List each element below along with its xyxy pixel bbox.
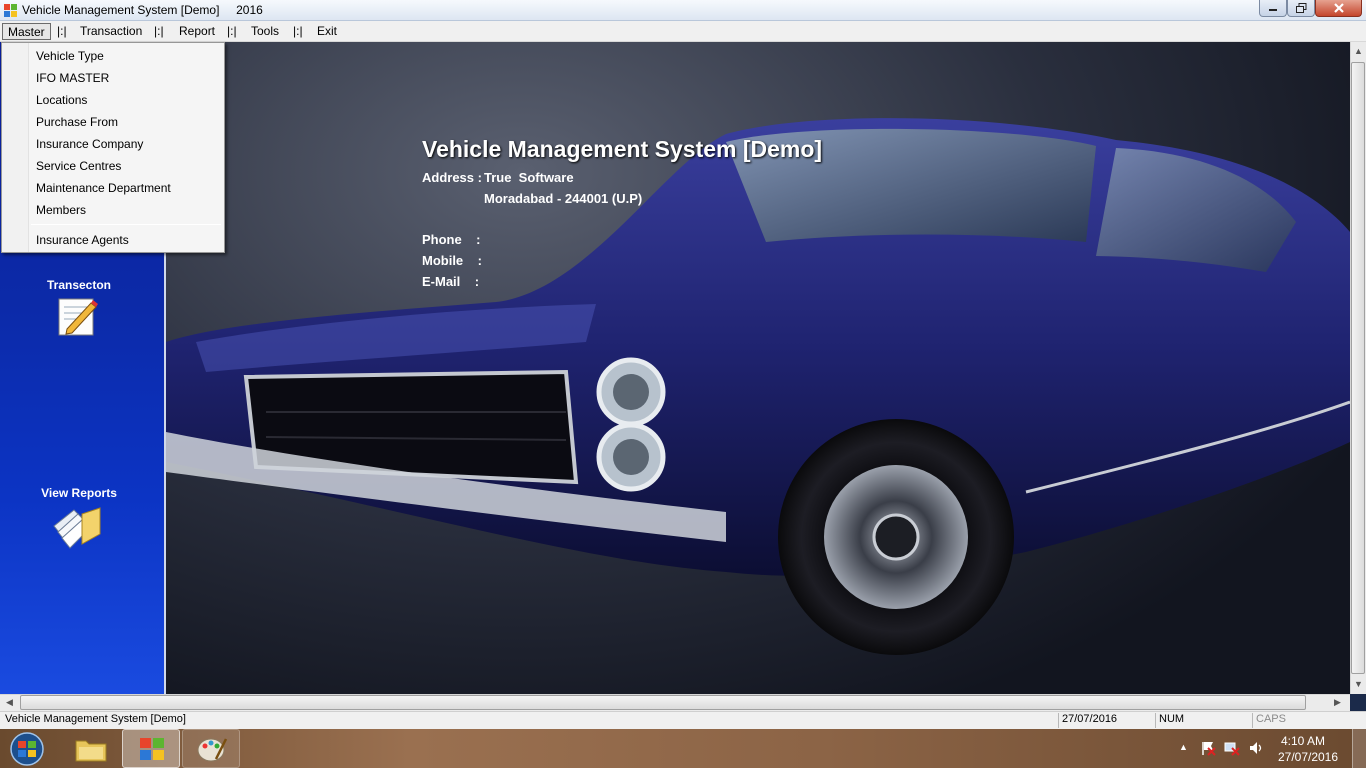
edit-document-icon[interactable] <box>57 295 99 337</box>
menu-item-members[interactable]: Members <box>36 203 86 217</box>
menu-exit[interactable]: Exit <box>312 23 342 40</box>
menu-item-maintenance-department[interactable]: Maintenance Department <box>36 181 171 195</box>
menu-separator: |:| <box>154 24 164 38</box>
clock-date[interactable]: 27/07/2016 <box>1268 750 1348 764</box>
window-title: Vehicle Management System [Demo] 2016 <box>22 3 263 17</box>
maximize-icon <box>1295 3 1306 13</box>
status-date: 27/07/2016 <box>1058 713 1154 728</box>
close-icon <box>1333 3 1344 13</box>
scroll-left-arrow-icon[interactable]: ◀ <box>6 697 13 708</box>
address-line2: Moradabad - 244001 (U.P) <box>484 191 643 206</box>
menu-tools[interactable]: Tools <box>246 23 284 40</box>
scroll-up-arrow-icon[interactable]: ▲ <box>1354 46 1363 56</box>
explorer-icon <box>75 740 107 762</box>
menu-separator: |:| <box>227 24 237 38</box>
mobile-label: Mobile : <box>422 253 482 268</box>
menu-item-ifo-master[interactable]: IFO MASTER <box>36 71 109 85</box>
status-message: Vehicle Management System [Demo] <box>5 713 186 725</box>
minimize-button[interactable] <box>1259 0 1287 17</box>
phone-label: Phone : <box>422 232 481 247</box>
menu-item-insurance-agents[interactable]: Insurance Agents <box>36 233 129 247</box>
master-dropdown-menu: Vehicle Type IFO MASTER Locations Purcha… <box>1 42 225 253</box>
taskbar-explorer[interactable] <box>62 729 120 768</box>
menu-gutter <box>2 43 29 252</box>
show-hidden-icons-icon[interactable]: ▲ <box>1179 742 1188 752</box>
address-label: Address : <box>422 170 486 185</box>
transaction-label[interactable]: Transecton <box>0 278 158 292</box>
app-title: Vehicle Management System [Demo] <box>422 136 823 162</box>
view-reports-label[interactable]: View Reports <box>0 486 158 500</box>
menu-separator: |:| <box>57 24 67 38</box>
menu-separator-line <box>31 224 221 225</box>
taskbar-paint[interactable] <box>182 729 240 768</box>
flag-icon[interactable] <box>1200 740 1216 756</box>
reports-folder-icon[interactable] <box>52 504 102 550</box>
taskbar-vehicle-app[interactable] <box>122 729 180 768</box>
menu-master[interactable]: Master <box>2 23 51 40</box>
clock-time[interactable]: 4:10 AM <box>1268 734 1338 748</box>
close-button[interactable] <box>1315 0 1362 17</box>
menu-transaction[interactable]: Transaction <box>75 23 147 40</box>
paint-icon <box>197 738 228 762</box>
menu-item-locations[interactable]: Locations <box>36 93 87 107</box>
minimize-icon <box>1269 9 1277 11</box>
title-bar: Vehicle Management System [Demo] 2016 <box>0 0 1366 21</box>
menu-bar: Master |:| Transaction |:| Report |:| To… <box>0 21 1366 42</box>
status-num: NUM <box>1155 713 1251 728</box>
menu-item-insurance-company[interactable]: Insurance Company <box>36 137 143 151</box>
restore-button[interactable] <box>1287 0 1315 17</box>
vertical-scroll-thumb[interactable] <box>1351 62 1365 674</box>
network-icon[interactable] <box>1224 740 1240 756</box>
background-car-image: Vehicle Management System [Demo] Address… <box>166 42 1350 694</box>
address-line1: True Software <box>484 170 574 185</box>
app-icon <box>140 738 164 760</box>
menu-item-purchase-from[interactable]: Purchase From <box>36 115 118 129</box>
menu-item-vehicle-type[interactable]: Vehicle Type <box>36 49 104 63</box>
email-label: E-Mail : <box>422 274 480 289</box>
menu-separator: |:| <box>293 24 303 38</box>
horizontal-scroll-thumb[interactable] <box>20 695 1306 710</box>
scroll-right-arrow-icon[interactable]: ▶ <box>1334 697 1341 708</box>
show-desktop-button[interactable] <box>1352 729 1366 768</box>
status-caps: CAPS <box>1252 713 1362 728</box>
start-orb-icon[interactable] <box>2 730 52 768</box>
scroll-down-arrow-icon[interactable]: ▼ <box>1354 679 1363 689</box>
app-icon[interactable] <box>3 3 18 18</box>
volume-icon[interactable] <box>1248 740 1264 756</box>
menu-report[interactable]: Report <box>174 23 220 40</box>
menu-item-service-centres[interactable]: Service Centres <box>36 159 121 173</box>
